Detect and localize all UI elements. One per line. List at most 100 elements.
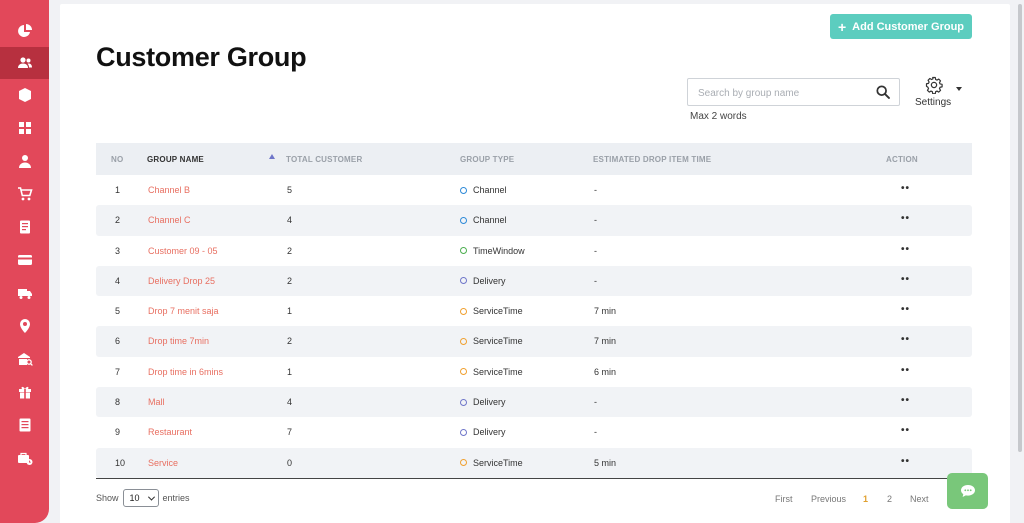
table-row: 7 Drop time in 6mins 1 ServiceTime 6 min ••	[96, 357, 972, 387]
pagination-page-1[interactable]: 1	[863, 494, 868, 504]
row-actions-button[interactable]: ••	[901, 395, 910, 406]
cart-icon	[17, 187, 33, 201]
row-actions-button[interactable]: ••	[901, 365, 910, 376]
total-customer: 2	[287, 336, 293, 347]
settings-label: Settings	[915, 97, 952, 108]
group-name-link[interactable]: Delivery Drop 25	[148, 276, 215, 286]
group-name-link[interactable]: Mall	[148, 397, 165, 407]
group-type: Channel	[460, 215, 507, 225]
sidebar-item-orders[interactable]	[0, 178, 49, 210]
group-type-label: ServiceTime	[473, 366, 523, 377]
column-header-group-type[interactable]: GROUP TYPE	[460, 155, 514, 164]
group-name-link[interactable]: Channel B	[148, 185, 190, 195]
group-name-link[interactable]: Drop time 7min	[148, 336, 209, 346]
chat-button[interactable]	[947, 473, 988, 509]
total-customer: 1	[287, 366, 293, 377]
group-type: ServiceTime	[460, 458, 523, 468]
sidebar-item-locations[interactable]	[0, 310, 49, 342]
pagination-first[interactable]: First	[775, 494, 793, 504]
row-number: 7	[115, 366, 121, 377]
sidebar-item-reports[interactable]	[0, 211, 49, 243]
estimated-drop-time: -	[594, 215, 597, 226]
column-header-group-name[interactable]: GROUP NAME	[147, 155, 204, 164]
sidebar-item-business[interactable]	[0, 442, 49, 474]
group-type-dot-icon	[460, 368, 467, 376]
sidebar-item-payments[interactable]	[0, 244, 49, 276]
group-type-label: Channel	[473, 215, 507, 226]
estimated-drop-time: -	[594, 397, 597, 408]
warehouse-search-icon	[17, 353, 33, 366]
group-name-link[interactable]: Drop time in 6mins	[148, 367, 223, 377]
show-label: Show	[96, 493, 119, 503]
group-name-link[interactable]: Drop 7 menit saja	[148, 306, 219, 316]
row-number: 6	[115, 336, 121, 347]
scrollbar-thumb[interactable]	[1018, 4, 1022, 452]
grid-icon	[18, 122, 31, 134]
pagination-page-2[interactable]: 2	[887, 494, 892, 504]
settings-button[interactable]: Settings	[912, 76, 964, 110]
group-name-link[interactable]: Customer 09 - 05	[148, 246, 218, 256]
sidebar-item-customers[interactable]	[0, 47, 49, 79]
group-type: ServiceTime	[460, 336, 523, 346]
table-row: 3 Customer 09 - 05 2 TimeWindow - ••	[96, 236, 972, 266]
group-type-label: Channel	[473, 185, 507, 195]
group-type-dot-icon	[460, 247, 467, 255]
sidebar-item-dashboard[interactable]	[0, 15, 49, 47]
row-actions-button[interactable]: ••	[901, 274, 910, 285]
group-type: Delivery	[460, 427, 506, 437]
group-type: Delivery	[460, 276, 506, 286]
sidebar-item-list[interactable]	[0, 409, 49, 441]
row-actions-button[interactable]: ••	[901, 244, 910, 255]
row-number: 5	[115, 306, 121, 317]
total-customer: 2	[287, 275, 293, 286]
sidebar-item-promotions[interactable]	[0, 376, 49, 408]
row-number: 2	[115, 215, 121, 226]
sidebar-item-delivery[interactable]	[0, 277, 49, 309]
row-actions-button[interactable]: ••	[901, 456, 910, 467]
entries-length-control: Show 10 entries	[96, 489, 190, 507]
group-type-label: Delivery	[473, 397, 506, 408]
column-header-total-customer[interactable]: TOTAL CUSTOMER	[286, 155, 362, 164]
sidebar-item-top[interactable]	[0, 0, 49, 7]
row-number: 1	[115, 185, 121, 195]
search-hint: Max 2 words	[690, 111, 747, 122]
pagination-next[interactable]: Next	[910, 494, 929, 504]
row-actions-button[interactable]: ••	[901, 304, 910, 315]
row-actions-button[interactable]: ••	[901, 213, 910, 224]
group-name-link[interactable]: Restaurant	[148, 427, 192, 437]
sidebar-item-warehouse[interactable]	[0, 343, 49, 375]
row-actions-button[interactable]: ••	[901, 183, 910, 194]
group-name-link[interactable]: Service	[148, 458, 178, 468]
box-icon	[18, 88, 31, 102]
truck-icon	[17, 289, 32, 299]
row-actions-button[interactable]: ••	[901, 425, 910, 436]
gear-icon	[925, 76, 943, 94]
entries-select[interactable]: 10	[122, 489, 159, 507]
group-type: ServiceTime	[460, 306, 523, 316]
table-header: NO GROUP NAME TOTAL CUSTOMER GROUP TYPE …	[96, 143, 972, 175]
column-header-no[interactable]: NO	[111, 155, 123, 164]
search-icon[interactable]	[876, 85, 890, 99]
estimated-drop-time: 7 min	[594, 336, 617, 347]
entries-label: entries	[162, 493, 190, 503]
search-input[interactable]	[698, 85, 868, 101]
row-number: 3	[115, 245, 121, 256]
group-name-link[interactable]: Channel C	[148, 215, 191, 225]
group-type: Channel	[460, 185, 507, 195]
group-type-dot-icon	[460, 428, 467, 436]
estimated-drop-time: 5 min	[594, 457, 617, 468]
sort-ascending-icon[interactable]	[269, 154, 275, 159]
row-actions-button[interactable]: ••	[901, 334, 910, 345]
group-type: Delivery	[460, 397, 506, 407]
column-header-estimated-drop-item-time[interactable]: ESTIMATED DROP ITEM TIME	[593, 155, 711, 164]
add-customer-group-button[interactable]: + Add Customer Group	[830, 14, 972, 39]
column-header-action: ACTION	[886, 155, 918, 164]
sidebar-item-products[interactable]	[0, 79, 49, 111]
total-customer: 1	[287, 306, 293, 317]
customer-group-table: NO GROUP NAME TOTAL CUSTOMER GROUP TYPE …	[96, 143, 972, 479]
pagination-previous[interactable]: Previous	[811, 494, 846, 504]
sidebar-item-user[interactable]	[0, 145, 49, 177]
report-icon	[19, 220, 30, 234]
sidebar-item-grid[interactable]	[0, 112, 49, 144]
plus-icon: +	[837, 18, 847, 35]
